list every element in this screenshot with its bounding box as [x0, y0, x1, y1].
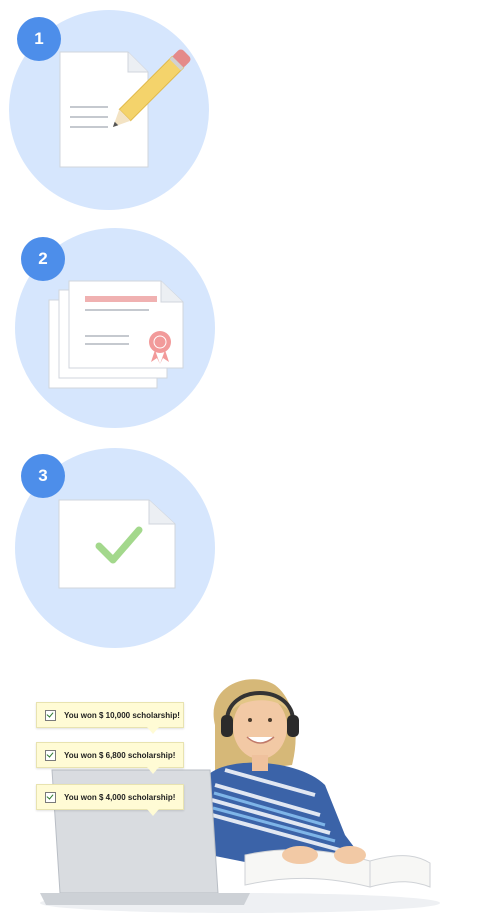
document-pencil-icon [58, 47, 198, 177]
step-1-badge: 1 [17, 17, 61, 61]
notification-tail [147, 767, 159, 774]
checkbox-icon [45, 791, 56, 803]
document-checkmark-icon [57, 498, 179, 598]
checkbox-icon [45, 749, 56, 761]
notification-1: You won $ 10,000 scholarship! [36, 702, 184, 734]
step-2: 2 [0, 220, 487, 435]
notification-text: You won $ 6,800 scholarship! [64, 750, 176, 760]
step-3-badge: 3 [21, 454, 65, 498]
hero-student-illustration: You won $ 10,000 scholarship! You won $ … [0, 665, 487, 917]
step-2-badge: 2 [21, 237, 65, 281]
notification-2: You won $ 6,800 scholarship! [36, 742, 184, 774]
notification-tail [147, 809, 159, 816]
notification-3: You won $ 4,000 scholarship! [36, 784, 184, 816]
notification-text: You won $ 10,000 scholarship! [64, 710, 180, 720]
step-1: 1 [0, 0, 487, 215]
certificate-stack-icon [45, 278, 190, 398]
step-3: 3 [0, 440, 487, 655]
notification-tail [147, 727, 159, 734]
checkbox-icon [45, 709, 56, 721]
notification-text: You won $ 4,000 scholarship! [64, 792, 176, 802]
